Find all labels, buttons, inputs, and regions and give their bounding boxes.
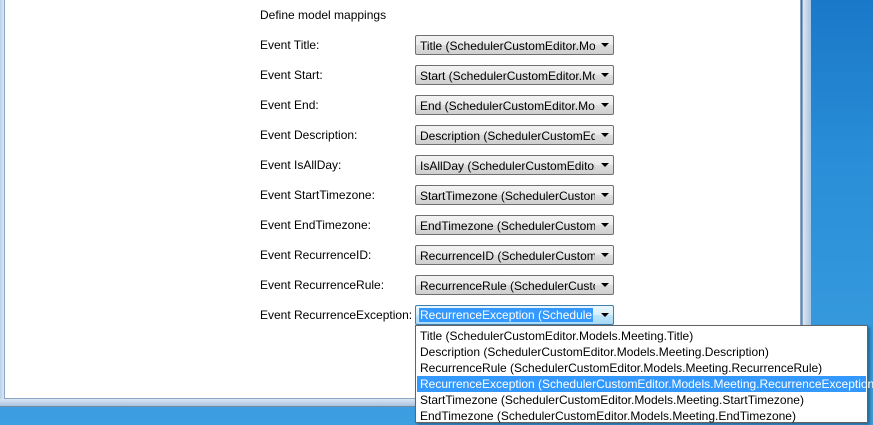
chevron-down-icon[interactable] (601, 133, 609, 137)
combo-event-endtimezone[interactable]: EndTimezone (SchedulerCustomEditor.Model… (415, 215, 614, 235)
combo-event-start[interactable]: Start (SchedulerCustomEditor.Models.Meet… (415, 65, 614, 85)
chevron-down-icon[interactable] (601, 163, 609, 167)
dropdown-option[interactable]: StartTimezone (SchedulerCustomEditor.Mod… (417, 392, 866, 408)
dropdown-option[interactable]: RecurrenceRule (SchedulerCustomEditor.Mo… (417, 360, 866, 376)
chevron-down-icon[interactable] (601, 313, 609, 317)
combo-value: IsAllDay (SchedulerCustomEditor.Models.M… (420, 159, 595, 173)
combo-event-recurrenceid[interactable]: RecurrenceID (SchedulerCustomEditor.Mode… (415, 245, 614, 265)
chevron-down-icon[interactable] (601, 283, 609, 287)
combo-value: Start (SchedulerCustomEditor.Models.Meet… (420, 69, 595, 83)
dropdown-option-selected[interactable]: RecurrenceException (SchedulerCustomEdit… (417, 376, 873, 392)
label-event-description: Event Description: (260, 128, 358, 142)
chevron-down-icon[interactable] (601, 73, 609, 77)
combo-event-isallday[interactable]: IsAllDay (SchedulerCustomEditor.Models.M… (415, 155, 614, 175)
label-event-starttimezone: Event StartTimezone: (260, 188, 375, 202)
combo-event-title[interactable]: Title (SchedulerCustomEditor.Models.Meet… (415, 35, 614, 55)
dropdown-option[interactable]: Title (SchedulerCustomEditor.Models.Meet… (417, 328, 866, 344)
label-event-start: Event Start: (260, 68, 323, 82)
label-event-recurrencerule: Event RecurrenceRule: (260, 278, 385, 292)
label-event-recurrenceid: Event RecurrenceID: (260, 248, 372, 262)
combo-value: RecurrenceException (SchedulerCustomEdit… (419, 308, 593, 322)
combo-event-starttimezone[interactable]: StartTimezone (SchedulerCustomEditor.Mod… (415, 185, 614, 205)
label-event-recurrenceexception: Event RecurrenceException: (260, 308, 413, 322)
dropdown-option[interactable]: EndTimezone (SchedulerCustomEditor.Model… (417, 408, 866, 424)
chevron-down-icon[interactable] (601, 253, 609, 257)
chevron-down-icon[interactable] (601, 43, 609, 47)
combo-value: EndTimezone (SchedulerCustomEditor.Model… (420, 219, 595, 233)
combo-event-description[interactable]: Description (SchedulerCustomEditor.Model… (415, 125, 614, 145)
dropdown-list: Title (SchedulerCustomEditor.Models.Meet… (415, 325, 873, 424)
dropdown-option[interactable]: Description (SchedulerCustomEditor.Model… (417, 344, 866, 360)
combo-value: Description (SchedulerCustomEditor.Model… (420, 129, 595, 143)
chevron-down-icon[interactable] (601, 103, 609, 107)
combo-value: StartTimezone (SchedulerCustomEditor.Mod… (420, 189, 595, 203)
section-title: Define model mappings (260, 8, 387, 22)
combo-value: Title (SchedulerCustomEditor.Models.Meet… (420, 39, 595, 53)
combo-value: RecurrenceRule (SchedulerCustomEditor.Mo… (420, 279, 595, 293)
combo-event-recurrencerule[interactable]: RecurrenceRule (SchedulerCustomEditor.Mo… (415, 275, 614, 295)
combo-value: RecurrenceID (SchedulerCustomEditor.Mode… (420, 249, 595, 263)
combo-event-recurrenceexception[interactable]: RecurrenceException (SchedulerCustomEdit… (415, 305, 614, 325)
label-event-end: Event End: (260, 98, 319, 112)
label-event-isallday: Event IsAllDay: (260, 158, 342, 172)
combo-value: End (SchedulerCustomEditor.Models.Meetin… (420, 99, 595, 113)
combo-event-end[interactable]: End (SchedulerCustomEditor.Models.Meetin… (415, 95, 614, 115)
label-event-title: Event Title: (260, 38, 320, 52)
chevron-down-icon[interactable] (601, 223, 609, 227)
label-event-endtimezone: Event EndTimezone: (260, 218, 371, 232)
chevron-down-icon[interactable] (601, 193, 609, 197)
